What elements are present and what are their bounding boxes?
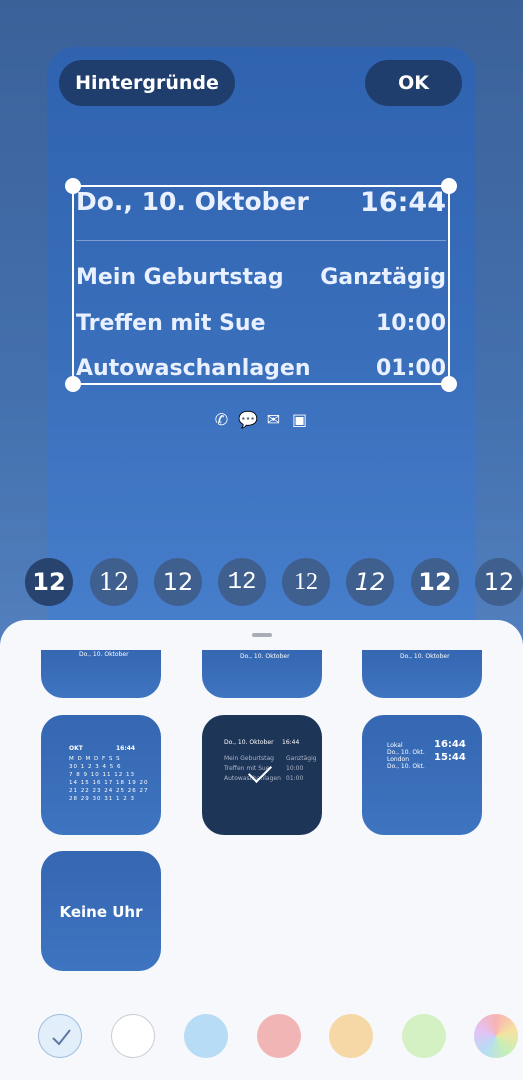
backgrounds-button[interactable]: Hintergründe — [59, 60, 235, 106]
widget-selection-box[interactable]: Do., 10. Oktober 16:44 Mein Geburtstag G… — [65, 178, 457, 392]
clock-style-option[interactable]: 12 — [25, 558, 73, 606]
event-name: Mein Geburtstag — [76, 265, 284, 290]
widget-style-tile[interactable]: Do., 10. Oktober — [41, 650, 161, 698]
event-time: 01:00 — [375, 356, 446, 381]
color-swatch[interactable] — [184, 1014, 228, 1058]
widget-time: 16:44 — [360, 187, 446, 218]
color-swatch-custom[interactable] — [474, 1014, 518, 1058]
calendar-grid: M D M D F S S 30 1 2 3 4 5 6 7 8 9 10 11… — [69, 756, 149, 802]
widget-style-tile[interactable]: Do., 10. Oktober — [202, 650, 322, 698]
widget-style-tile-agenda-selected[interactable]: Do., 10. Oktober 16:44 Mein Geburtstag G… — [202, 715, 322, 835]
ok-button[interactable]: OK — [365, 60, 462, 106]
color-swatches — [0, 1014, 523, 1064]
color-swatch[interactable] — [402, 1014, 446, 1058]
color-swatch[interactable] — [329, 1014, 373, 1058]
event-time: 10:00 — [375, 311, 446, 336]
clock-style-option[interactable]: 12 — [475, 558, 523, 606]
clock-style-option[interactable]: 12 — [90, 558, 138, 606]
notification-icons: ✆ 💬 ✉ ▣ — [212, 410, 309, 429]
widget-style-tile-dualclock[interactable]: Lokal Do., 10. Okt. 16:44 London Do., 10… — [362, 715, 482, 835]
missed-call-icon: ✆ — [214, 410, 229, 429]
clock-style-option[interactable]: 12 — [346, 558, 394, 606]
event-name: Treffen mit Sue — [76, 311, 266, 336]
event-name: Autowaschanlagen — [76, 356, 311, 381]
clock-style-option[interactable]: 12 — [282, 558, 330, 606]
color-swatch[interactable] — [257, 1014, 301, 1058]
clock-style-option[interactable]: 12 — [218, 558, 266, 606]
chat-icon: 💬 — [238, 410, 258, 429]
widget-divider — [76, 240, 446, 241]
widget-style-sheet: Do., 10. Oktober Do., 10. Oktober Do., 1… — [0, 620, 523, 1080]
color-swatch-selected[interactable] — [38, 1014, 82, 1058]
file-icon: ▣ — [291, 410, 308, 429]
widget-style-tile[interactable]: Do., 10. Oktober — [362, 650, 482, 698]
no-clock-label: Keine Uhr — [59, 903, 143, 921]
clock-style-row: 12 12 12 12 12 12 12 12 — [0, 558, 523, 608]
color-swatch[interactable] — [111, 1014, 155, 1058]
clock-style-option[interactable]: 12 — [154, 558, 202, 606]
clock-style-option[interactable]: 12 — [411, 558, 459, 606]
widget-style-tile-no-clock[interactable]: Keine Uhr — [41, 851, 161, 971]
widget-style-tile-calendar[interactable]: OKT 16:44 M D M D F S S 30 1 2 3 4 5 6 7… — [41, 715, 161, 835]
widget-date: Do., 10. Oktober — [76, 187, 309, 216]
mail-icon: ✉ — [266, 410, 281, 429]
checkmark-icon — [52, 1029, 71, 1046]
event-time: Ganztägig — [320, 265, 446, 290]
sheet-grabber[interactable] — [252, 633, 272, 637]
